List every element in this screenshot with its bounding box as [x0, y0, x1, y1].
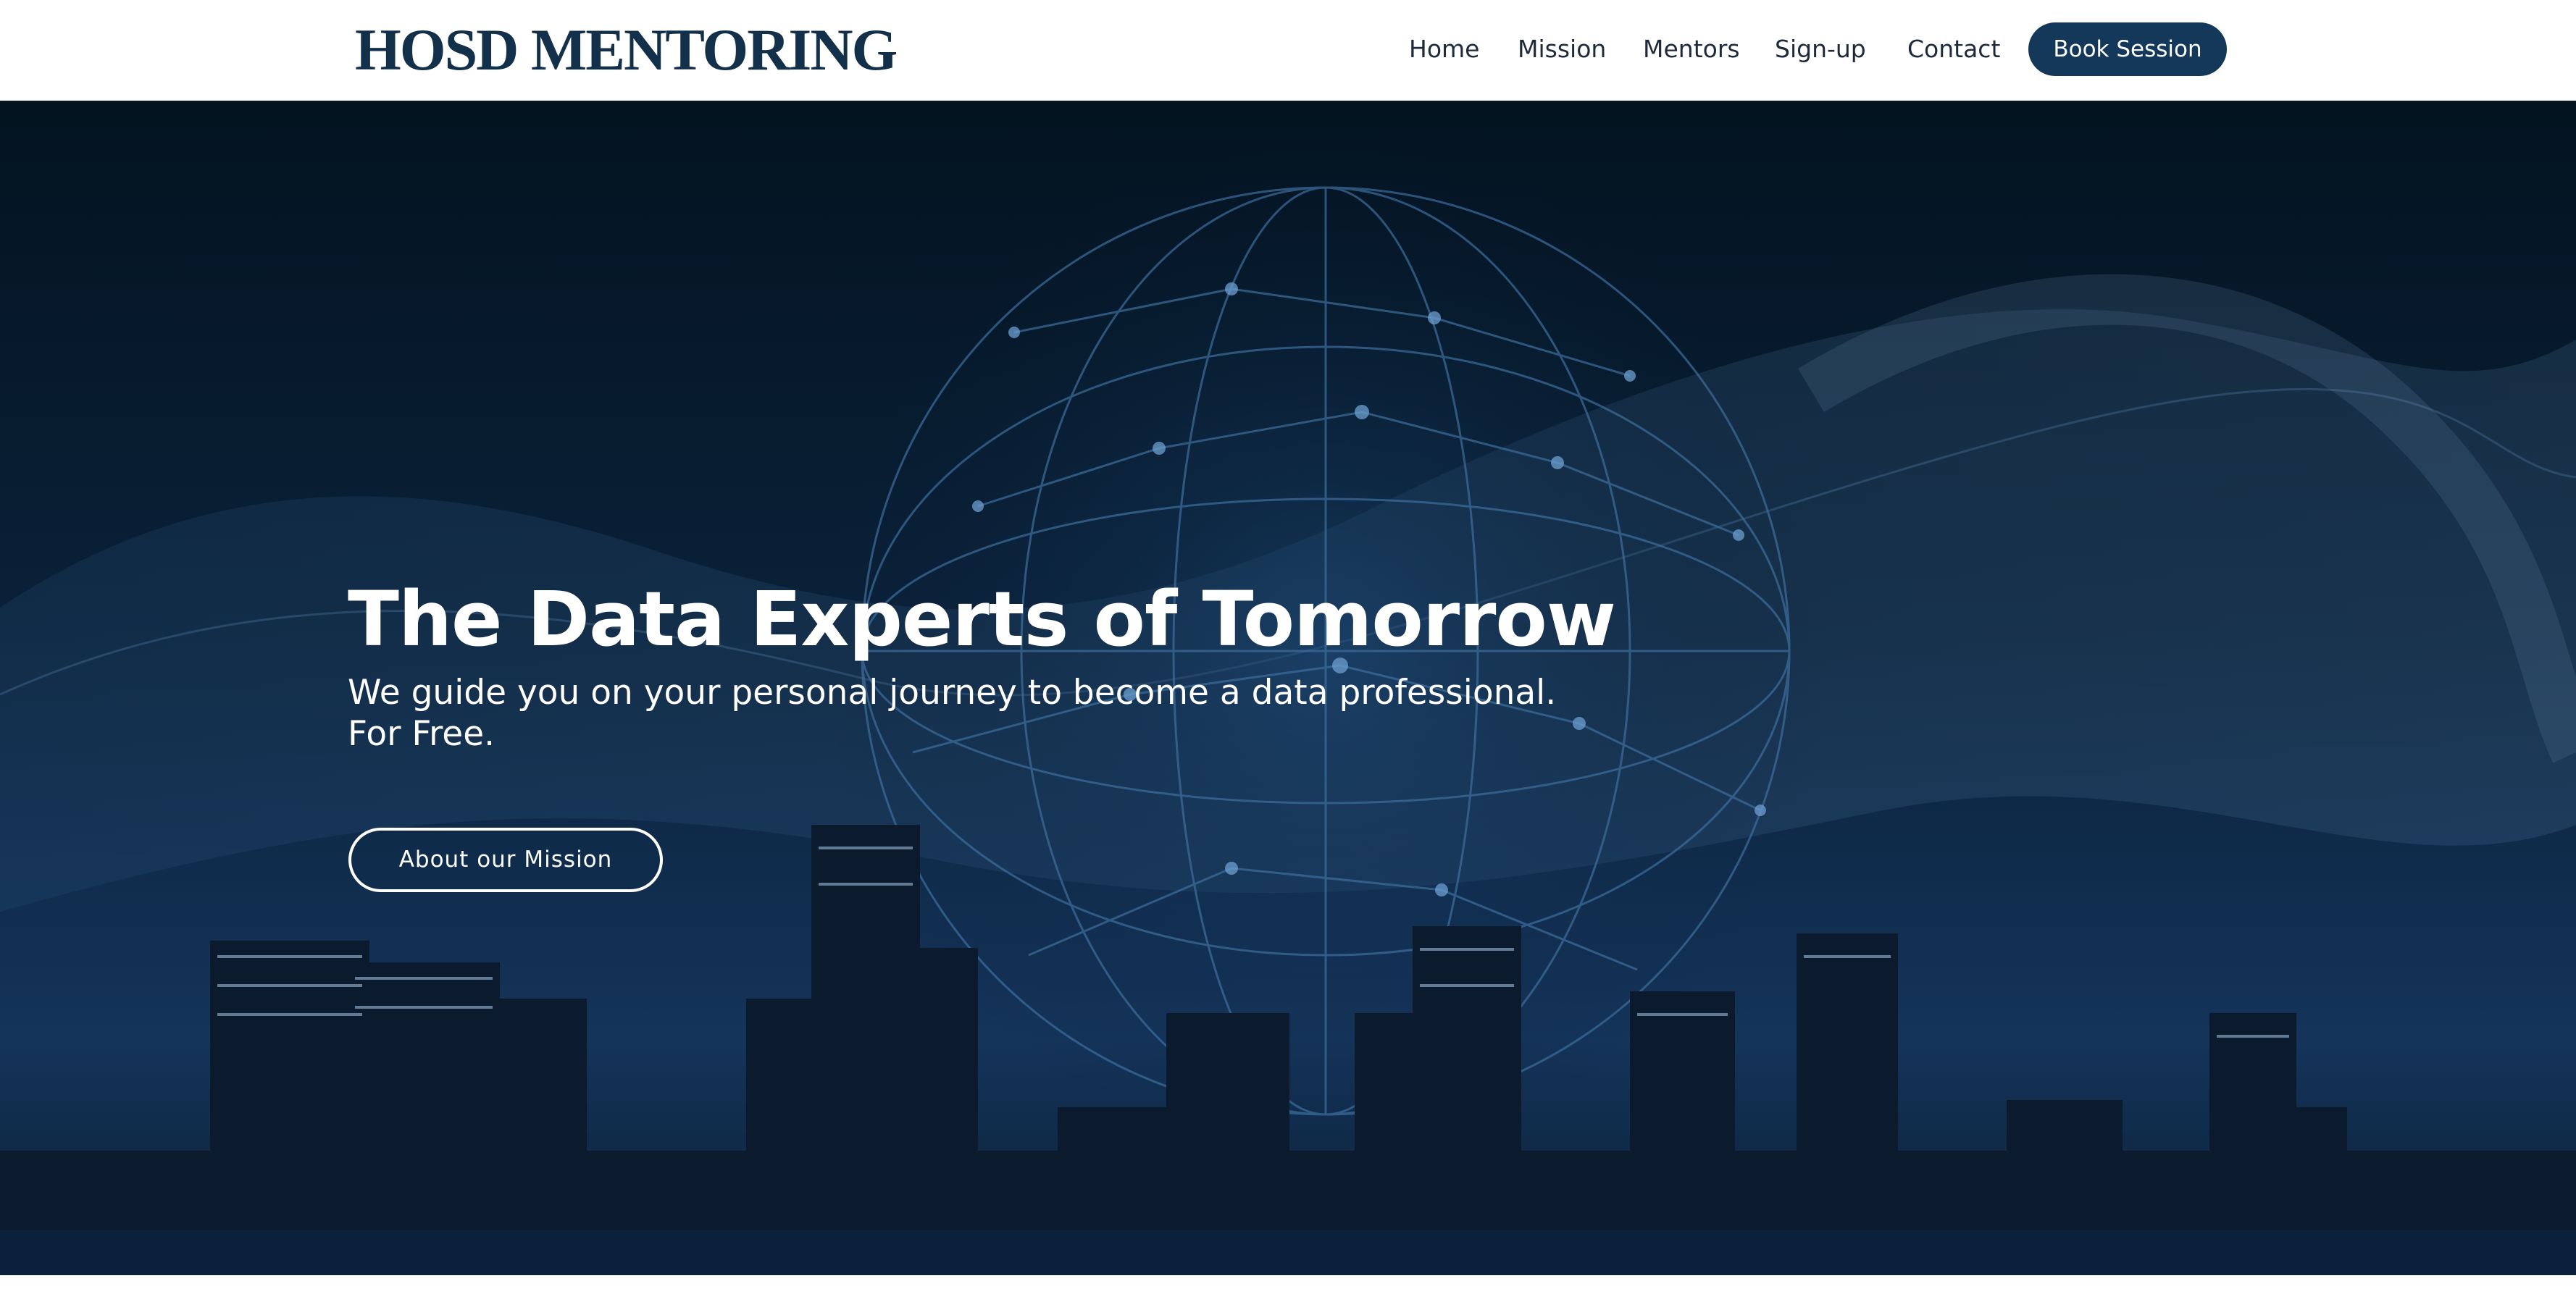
- nav-contact[interactable]: Contact: [1907, 32, 2000, 67]
- about-mission-button[interactable]: About our Mission: [348, 828, 663, 892]
- nav-sign-up[interactable]: Sign-up: [1775, 32, 1866, 67]
- hero-subtitle-line-1: We guide you on your personal journey to…: [348, 673, 1557, 713]
- nav-home[interactable]: Home: [1409, 32, 1479, 67]
- site-header: HOSD MENTORING Home Mission Mentors Sign…: [0, 0, 2576, 101]
- hero-subtitle-line-2: For Free.: [348, 714, 495, 754]
- hero-title: The Data Experts of Tomorrow: [348, 575, 1616, 663]
- nav-mission[interactable]: Mission: [1518, 32, 1606, 67]
- hero-section: The Data Experts of Tomorrow We guide yo…: [0, 101, 2576, 1275]
- book-session-button[interactable]: Book Session: [2028, 22, 2227, 76]
- hero-subtitle: We guide you on your personal journey to…: [348, 672, 1579, 755]
- nav-mentors[interactable]: Mentors: [1643, 32, 1740, 67]
